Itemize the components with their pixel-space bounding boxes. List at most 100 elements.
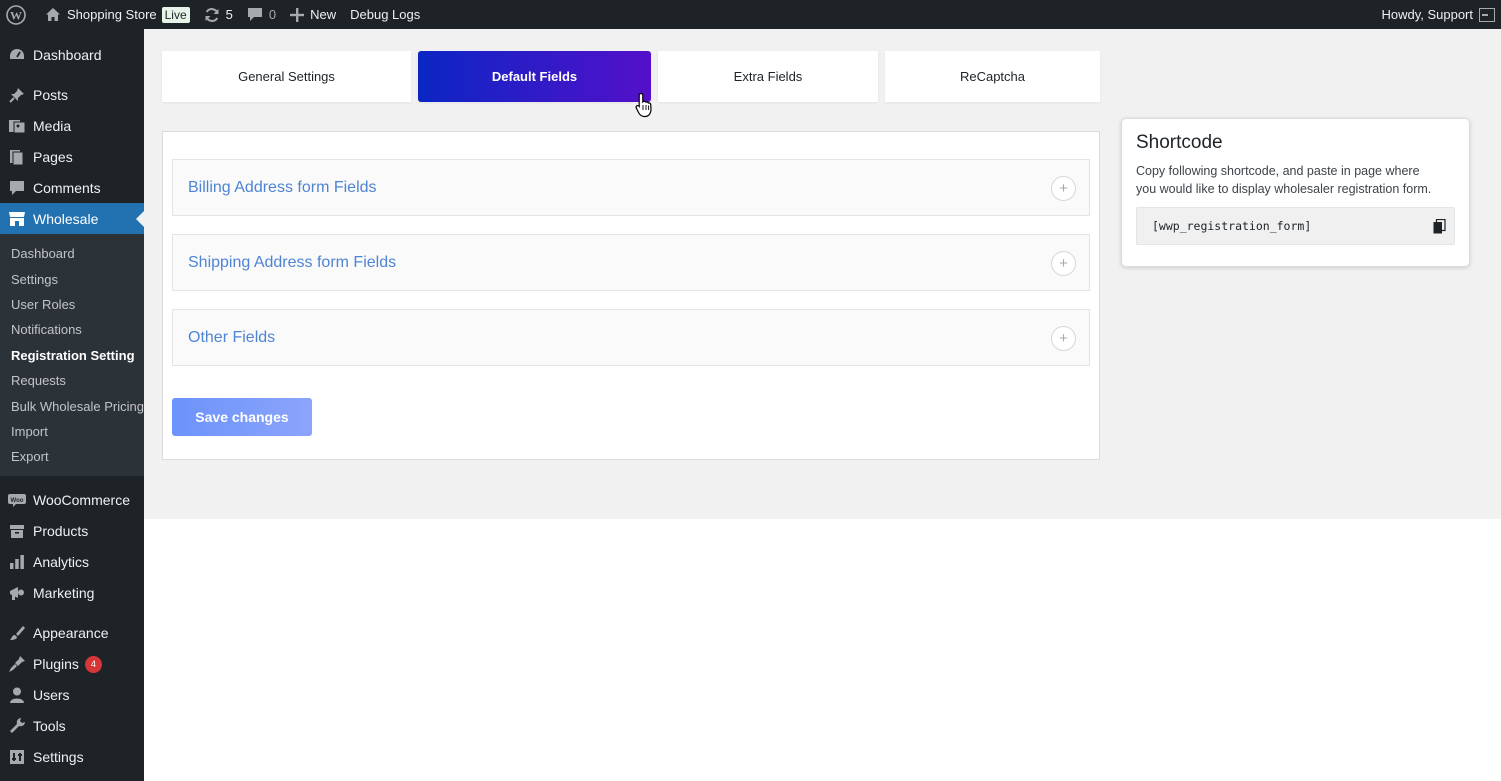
menu-marketing[interactable]: Marketing	[0, 578, 144, 609]
home-icon	[45, 7, 61, 22]
menu-label: Media	[33, 117, 72, 134]
menu-label: Analytics	[33, 554, 90, 571]
menu-wholesale[interactable]: Wholesale	[0, 203, 144, 234]
plugins-update-badge: 4	[84, 655, 102, 673]
debug-logs-label: Debug Logs	[350, 7, 421, 22]
menu-woocommerce[interactable]: Woo WooCommerce	[0, 485, 144, 516]
plugin-icon	[7, 654, 27, 674]
svg-text:W: W	[10, 8, 22, 22]
wordpress-icon: W	[6, 4, 26, 25]
accordion-billing-address[interactable]: Billing Address form Fields +	[172, 159, 1090, 216]
menu-label: Pages	[33, 148, 73, 165]
menu-posts[interactable]: Posts	[0, 79, 144, 110]
user-icon	[7, 685, 27, 705]
menu-users[interactable]: Users	[0, 680, 144, 711]
wrench-icon	[7, 716, 27, 736]
menu-settings[interactable]: Settings	[0, 742, 144, 773]
comment-bubble-icon	[247, 7, 263, 22]
submenu-notifications[interactable]: Notifications	[0, 317, 144, 342]
avatar	[1479, 7, 1495, 22]
accordion-shipping-address[interactable]: Shipping Address form Fields +	[172, 234, 1090, 291]
submenu-dashboard[interactable]: Dashboard	[0, 241, 144, 266]
debug-logs-link[interactable]: Debug Logs	[343, 0, 427, 29]
submenu-requests[interactable]: Requests	[0, 368, 144, 393]
dashboard-icon	[7, 45, 27, 65]
tab-general-settings[interactable]: General Settings	[162, 51, 411, 102]
howdy-text: Howdy, Support	[1381, 7, 1473, 22]
menu-label: Products	[33, 523, 89, 540]
submenu-settings[interactable]: Settings	[0, 266, 144, 291]
shortcode-title: Shortcode	[1136, 132, 1223, 153]
updates-count: 5	[225, 7, 233, 22]
submenu-export[interactable]: Export	[0, 444, 144, 469]
submenu-user-roles[interactable]: User Roles	[0, 292, 144, 317]
menu-label: Plugins	[33, 656, 79, 673]
accordion-label: Shipping Address form Fields	[188, 253, 397, 271]
menu-pages[interactable]: Pages	[0, 141, 144, 172]
submenu-registration-setting[interactable]: Registration Setting	[0, 343, 144, 368]
submenu-import[interactable]: Import	[0, 419, 144, 444]
menu-label: Dashboard	[33, 47, 102, 63]
megaphone-icon	[7, 583, 27, 603]
menu-analytics[interactable]: Analytics	[0, 547, 144, 578]
expand-plus-icon[interactable]: +	[1051, 326, 1076, 351]
save-changes-button[interactable]: Save changes	[172, 398, 312, 436]
menu-appearance[interactable]: Appearance	[0, 618, 144, 649]
comments-link[interactable]: 0	[240, 0, 283, 29]
comments-icon	[7, 178, 27, 198]
svg-text:Woo: Woo	[11, 498, 24, 504]
tab-default-fields[interactable]: Default Fields	[418, 51, 651, 102]
shortcode-text: [wwp_registration_form]	[1152, 219, 1312, 233]
new-content-link[interactable]: New	[283, 0, 343, 29]
menu-label: Marketing	[33, 585, 95, 602]
menu-label: Tools	[33, 718, 66, 735]
menu-label: Posts	[33, 86, 69, 103]
expand-plus-icon[interactable]: +	[1051, 251, 1076, 276]
menu-label: Comments	[33, 179, 101, 196]
menu-label: Wholesale	[33, 210, 99, 227]
tab-extra-fields[interactable]: Extra Fields	[658, 51, 878, 102]
shortcode-card: Shortcode Copy following shortcode, and …	[1121, 118, 1470, 267]
analytics-icon	[7, 552, 27, 572]
tab-recaptcha[interactable]: ReCaptcha	[885, 51, 1100, 102]
pages-icon	[7, 147, 27, 167]
expand-plus-icon[interactable]: +	[1051, 176, 1076, 201]
menu-tools[interactable]: Tools	[0, 711, 144, 742]
accordion-label: Billing Address form Fields	[188, 178, 377, 196]
menu-products[interactable]: Products	[0, 516, 144, 547]
settings-icon	[7, 747, 27, 767]
menu-label: Settings	[33, 749, 84, 766]
wholesale-submenu: Dashboard Settings User Roles Notificati…	[0, 234, 144, 476]
hand-cursor-icon	[635, 92, 655, 123]
admin-bar: W Shopping Store Live 5 0 New Debug Logs…	[0, 0, 1501, 29]
accordion-label: Other Fields	[188, 328, 276, 346]
main-content: General Settings Default Fields Extra Fi…	[144, 29, 1501, 519]
updates-icon	[204, 7, 220, 23]
store-icon	[7, 209, 27, 229]
pin-icon	[7, 85, 27, 105]
copy-icon[interactable]	[1433, 218, 1446, 237]
live-badge: Live	[161, 6, 190, 23]
default-fields-panel: Billing Address form Fields + Shipping A…	[162, 131, 1100, 460]
submenu-bulk-wholesale-pricing[interactable]: Bulk Wholesale Pricing	[0, 393, 144, 418]
menu-comments[interactable]: Comments	[0, 172, 144, 203]
media-icon	[7, 116, 27, 136]
menu-dashboard[interactable]: Dashboard	[0, 40, 144, 70]
site-name: Shopping Store	[67, 7, 157, 22]
shortcode-description: Copy following shortcode, and paste in p…	[1136, 164, 1432, 196]
wordpress-logo[interactable]: W	[0, 0, 33, 29]
products-icon	[7, 521, 27, 541]
my-account[interactable]: Howdy, Support	[1381, 0, 1501, 29]
admin-sidebar: Dashboard Posts Media Pages Comments Who…	[0, 29, 144, 781]
accordion-other-fields[interactable]: Other Fields +	[172, 309, 1090, 366]
plus-icon	[290, 7, 305, 22]
brush-icon	[7, 623, 27, 643]
menu-media[interactable]: Media	[0, 110, 144, 141]
shortcode-box[interactable]: [wwp_registration_form]	[1136, 207, 1455, 245]
menu-plugins[interactable]: Plugins 4	[0, 649, 144, 680]
menu-label: WooCommerce	[33, 492, 130, 509]
site-name-link[interactable]: Shopping Store Live	[33, 0, 197, 29]
menu-label: Appearance	[33, 625, 109, 642]
updates-link[interactable]: 5	[197, 0, 240, 29]
comments-count: 0	[268, 7, 277, 22]
